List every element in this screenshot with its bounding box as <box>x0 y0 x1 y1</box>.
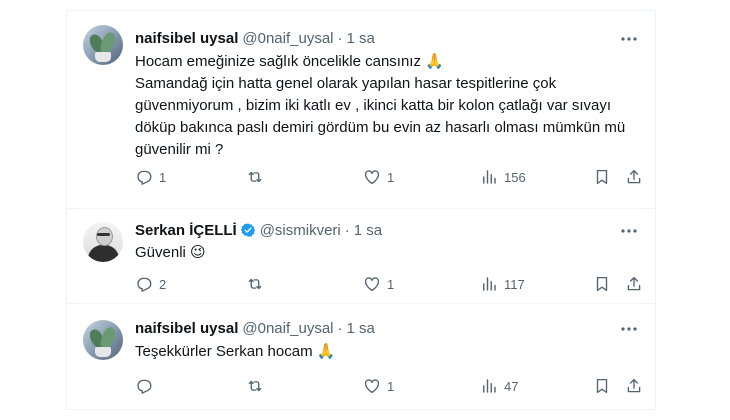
pray-emoji: 🙏 <box>316 342 336 360</box>
tweet-header: naifsibel uysal @0naif_uysal · 1 sa <box>135 319 375 339</box>
timestamp[interactable]: 1 sa <box>347 320 375 337</box>
tweet-line: döküp bakınca paslı demiri gördüm bu evi… <box>135 119 626 136</box>
display-name[interactable]: naifsibel uysal <box>135 320 238 337</box>
like-button[interactable]: 1 <box>363 376 394 396</box>
tweet-header: naifsibel uysal @0naif_uysal · 1 sa <box>135 29 375 49</box>
more-icon[interactable] <box>619 221 639 241</box>
bookmark-icon <box>593 168 611 186</box>
avatar-head <box>96 227 113 246</box>
tweet[interactable]: naifsibel uysal @0naif_uysal · 1 sa Hocam e… <box>67 11 655 209</box>
timestamp[interactable]: 1 sa <box>347 30 375 47</box>
views-button[interactable]: 47 <box>480 376 518 396</box>
retweet-icon <box>246 168 264 186</box>
display-name[interactable]: naifsibel uysal <box>135 30 238 47</box>
bookmark-button[interactable] <box>593 274 611 294</box>
more-icon[interactable] <box>619 29 639 49</box>
user-handle[interactable]: @0naif_uysal <box>242 30 333 47</box>
avatar[interactable] <box>83 320 123 360</box>
avatar-pot <box>95 52 111 62</box>
views-icon <box>480 168 498 186</box>
tweet-header: Serkan İÇELLİ @sismikveri · 1 sa <box>135 221 382 241</box>
wink-emoji: 😉 <box>190 243 206 261</box>
more-icon[interactable] <box>619 319 639 339</box>
avatar[interactable] <box>83 222 123 262</box>
timeline: naifsibel uysal @0naif_uysal · 1 sa Hocam e… <box>66 10 656 410</box>
like-count: 1 <box>387 169 395 185</box>
bookmark-icon <box>593 275 611 293</box>
tweet-line: Samandağ için hatta genel olarak yapılan… <box>135 75 557 92</box>
retweet-button[interactable] <box>246 167 270 187</box>
like-icon <box>363 377 381 395</box>
views-count: 156 <box>504 169 526 185</box>
bookmark-button[interactable] <box>593 167 611 187</box>
like-button[interactable]: 1 <box>363 274 394 294</box>
like-button[interactable]: 1 <box>363 167 394 187</box>
share-button[interactable] <box>625 167 643 187</box>
verified-badge-icon <box>240 222 256 238</box>
tweet-line: Güvenli <box>135 244 186 261</box>
reply-icon <box>135 275 153 293</box>
reply-icon <box>135 377 153 395</box>
views-button[interactable]: 156 <box>480 167 526 187</box>
tweet-line: güvenmiyorum , bizim iki katlı ev , ikin… <box>135 97 612 114</box>
separator: · <box>337 320 343 337</box>
action-bar: 1 1 156 <box>135 167 645 187</box>
reply-icon <box>135 168 153 186</box>
views-icon <box>480 377 498 395</box>
like-count: 1 <box>387 378 395 394</box>
bookmark-icon <box>593 377 611 395</box>
user-handle[interactable]: @sismikveri <box>260 222 341 239</box>
avatar-pot <box>95 347 111 357</box>
retweet-button[interactable] <box>246 376 270 396</box>
tweet-line: Teşekkürler Serkan hocam <box>135 343 313 360</box>
views-count: 117 <box>504 276 525 292</box>
action-bar: 1 47 <box>135 376 645 396</box>
timestamp[interactable]: 1 sa <box>354 222 382 239</box>
retweet-button[interactable] <box>246 274 270 294</box>
share-icon <box>625 168 643 186</box>
tweet[interactable]: naifsibel uysal @0naif_uysal · 1 sa Teşekkü… <box>67 303 655 409</box>
tweet-line: Hocam emeğinize sağlık öncelikle cansını… <box>135 53 444 70</box>
reply-button[interactable]: 1 <box>135 167 166 187</box>
separator: · <box>344 222 350 239</box>
display-name[interactable]: Serkan İÇELLİ <box>135 222 237 239</box>
reply-count: 2 <box>159 276 167 292</box>
like-icon <box>363 168 381 186</box>
avatar-glasses <box>97 233 110 236</box>
tweet-text: Hocam emeğinize sağlık öncelikle cansını… <box>135 51 635 161</box>
avatar[interactable] <box>83 25 123 65</box>
user-handle[interactable]: @0naif_uysal <box>242 320 333 337</box>
share-icon <box>625 275 643 293</box>
bookmark-button[interactable] <box>593 376 611 396</box>
like-count: 1 <box>387 276 395 292</box>
tweet-line: güvenilir mi ? <box>135 141 224 158</box>
views-count: 47 <box>504 378 519 394</box>
share-icon <box>625 377 643 395</box>
reply-count: 1 <box>159 169 167 185</box>
retweet-icon <box>246 275 264 293</box>
tweet[interactable]: Serkan İÇELLİ @sismikveri · 1 sa Güvenli 😉 … <box>67 208 655 304</box>
action-bar: 2 1 117 <box>135 274 645 294</box>
share-button[interactable] <box>625 274 643 294</box>
avatar-body <box>88 245 119 262</box>
reply-button[interactable]: 2 <box>135 274 166 294</box>
share-button[interactable] <box>625 376 643 396</box>
separator: · <box>337 30 343 47</box>
retweet-icon <box>246 377 264 395</box>
views-icon <box>480 275 498 293</box>
reply-button[interactable] <box>135 376 159 396</box>
like-icon <box>363 275 381 293</box>
views-button[interactable]: 117 <box>480 274 525 294</box>
tweet-text: Güvenli 😉 <box>135 241 635 264</box>
tweet-text: Teşekkürler Serkan hocam 🙏 <box>135 340 635 363</box>
